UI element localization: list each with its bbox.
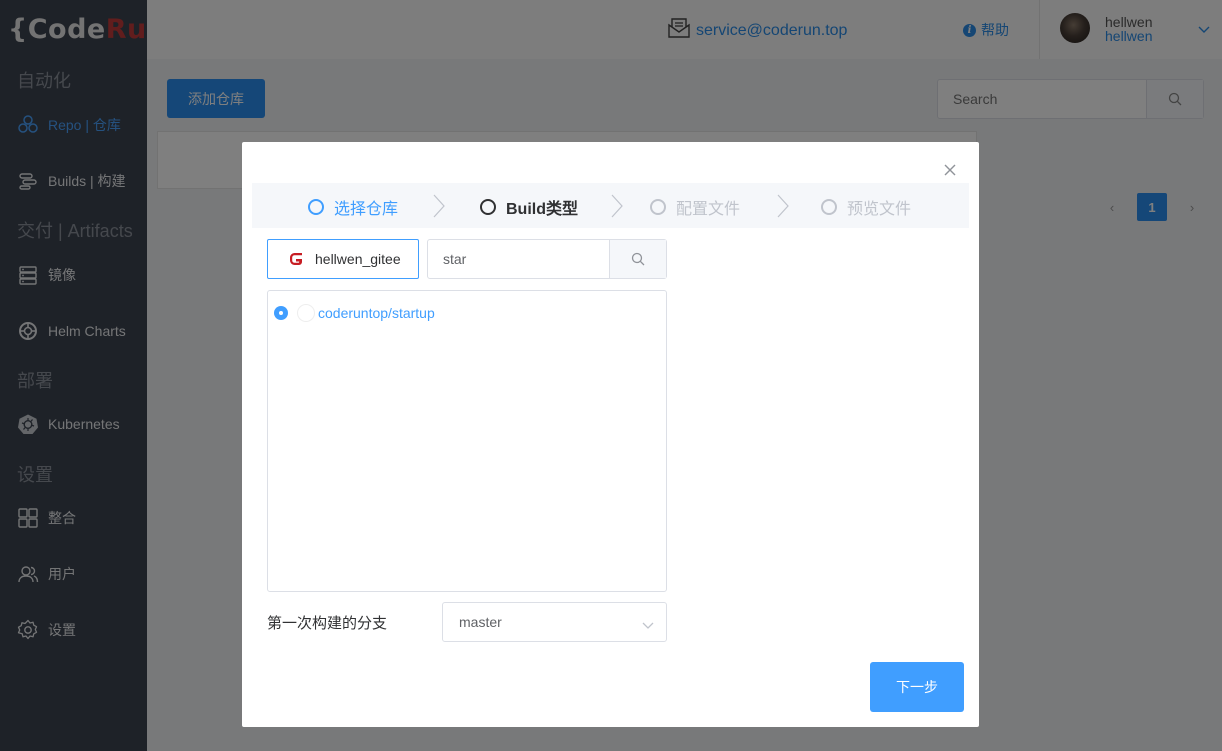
- next-button[interactable]: 下一步: [870, 662, 964, 712]
- repo-search-button[interactable]: [609, 240, 666, 278]
- repo-search-input[interactable]: star: [428, 240, 609, 278]
- repo-name: coderuntop/startup: [318, 305, 435, 321]
- step-label: 选择仓库: [334, 201, 399, 218]
- step-label: Build类型: [506, 201, 578, 218]
- chevron-right-icon: [432, 193, 446, 222]
- chevron-down-icon: [642, 617, 654, 633]
- list-item[interactable]: coderuntop/startup: [274, 304, 435, 322]
- provider-name: hellwen_gitee: [315, 251, 401, 267]
- branch-label: 第一次构建的分支: [267, 615, 388, 632]
- branch-value: master: [459, 614, 502, 630]
- repo-avatar: [297, 304, 315, 322]
- add-repo-dialog: 选择仓库 Build类型 配置文件 预览文件 hellwen_gitee sta…: [242, 142, 979, 727]
- step-config-file: 配置文件: [650, 195, 740, 219]
- step-circle-icon: [308, 199, 324, 215]
- provider-button[interactable]: hellwen_gitee: [267, 239, 419, 279]
- chevron-right-icon: [610, 193, 624, 222]
- step-preview-file: 预览文件: [821, 195, 911, 219]
- chevron-right-icon: [776, 193, 790, 222]
- radio-selected[interactable]: [274, 306, 288, 320]
- step-label: 预览文件: [847, 201, 912, 218]
- steps-bar: 选择仓库 Build类型 配置文件 预览文件: [252, 183, 969, 228]
- step-circle-icon: [650, 199, 666, 215]
- step-build-type: Build类型: [480, 195, 578, 219]
- close-icon[interactable]: [942, 162, 958, 178]
- branch-select[interactable]: master: [442, 602, 667, 642]
- step-select-repo: 选择仓库: [308, 195, 398, 219]
- step-circle-icon: [821, 199, 837, 215]
- step-circle-icon: [480, 199, 496, 215]
- step-label: 配置文件: [676, 201, 741, 218]
- gitee-icon: [288, 251, 304, 267]
- repo-list: coderuntop/startup: [267, 290, 667, 592]
- search-icon: [631, 252, 645, 266]
- repo-filter: star: [427, 239, 667, 279]
